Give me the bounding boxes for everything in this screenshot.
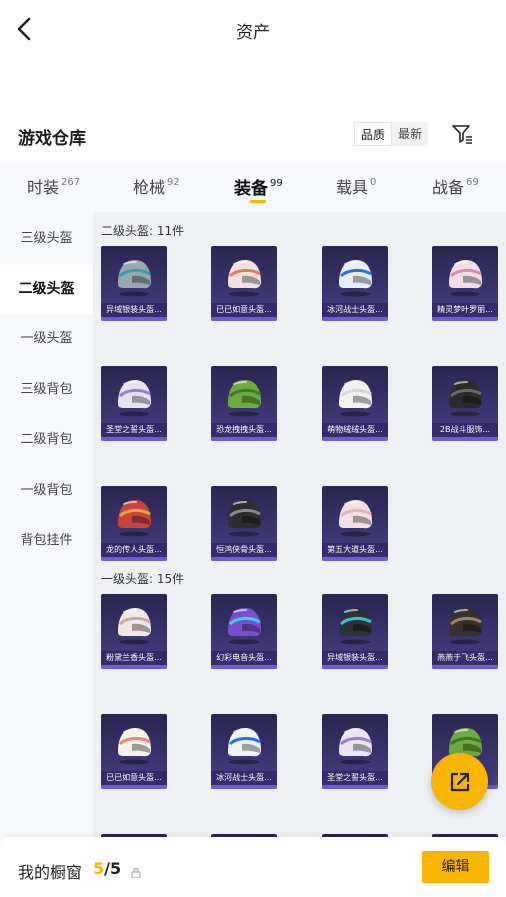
tab-label: 载具: [336, 178, 369, 197]
quality-bar: [322, 437, 388, 441]
tab-fashion[interactable]: 时装 267: [27, 174, 80, 198]
item-name: 已已如意头盔...: [211, 303, 277, 317]
warehouse-header: 游戏仓库 品质 最新: [0, 118, 506, 154]
page-title: 资产: [236, 23, 270, 43]
subcategory-nav: 三级头盔 二级头盔 一级头盔 三级背包 二级背包 一级背包 背包挂件: [0, 212, 93, 837]
category-tabs: 时装 267 枪械 92 装备 99 载具 0 战备 69: [0, 162, 506, 212]
warehouse-title: 游戏仓库: [18, 129, 86, 149]
tab-supplies[interactable]: 战备 69: [432, 174, 479, 198]
item-card[interactable]: 第五大道头盔...: [322, 486, 388, 561]
item-name: 龙的传人头盔...: [101, 543, 167, 557]
item-name: 圣堂之誓头盔...: [322, 771, 388, 785]
showcase-count-total: /5: [104, 859, 122, 878]
item-card[interactable]: 冰河战士头盔...: [322, 246, 388, 321]
tab-label: 战备: [432, 178, 465, 197]
item-card[interactable]: 异域银装头盔...: [322, 594, 388, 669]
item-name: 2B战斗服饰...: [432, 423, 498, 437]
subnav-item-backpack-charm[interactable]: 背包挂件: [0, 516, 93, 566]
item-card[interactable]: 已已如意头盔...: [101, 714, 167, 789]
quality-bar: [432, 317, 498, 321]
item-name: 恐龙拽拽头盔...: [211, 423, 277, 437]
tab-count: 99: [270, 178, 283, 189]
item-card[interactable]: 恐龙拽拽头盔...: [211, 366, 277, 441]
item-name: 圣堂之誓头盔...: [101, 423, 167, 437]
quality-bar: [211, 437, 277, 441]
lock-icon: [131, 863, 141, 879]
quality-bar: [432, 665, 498, 669]
quality-bar: [322, 665, 388, 669]
showcase-bar: 我的橱窗 5/5 编辑: [0, 837, 506, 897]
quality-bar: [322, 557, 388, 561]
quality-bar: [322, 317, 388, 321]
item-name: 异域银装头盔...: [322, 651, 388, 665]
quality-bar: [211, 785, 277, 789]
subnav-item-level2-helmet[interactable]: 二级头盔: [0, 264, 93, 314]
item-name: 燕燕于飞头盔...: [432, 651, 498, 665]
tab-equipment[interactable]: 装备 99: [234, 174, 283, 199]
item-card[interactable]: 圣堂之誓头盔...: [101, 366, 167, 441]
item-card[interactable]: 已已如意头盔...: [211, 246, 277, 321]
item-name: 冰河战士头盔...: [211, 771, 277, 785]
item-name: 恒鸿侠骨头盔...: [211, 543, 277, 557]
item-card[interactable]: 冰河战士头盔...: [211, 714, 277, 789]
item-card[interactable]: 粉黛兰香头盔...: [101, 594, 167, 669]
item-card[interactable]: 幻彩电音头盔...: [211, 594, 277, 669]
item-name: 精灵梦叶罗丽...: [432, 303, 498, 317]
quality-bar: [322, 785, 388, 789]
item-card[interactable]: 精灵梦叶罗丽...: [432, 246, 498, 321]
item-card[interactable]: 异域银装头盔...: [101, 246, 167, 321]
item-name: 萌物绒绒头盔...: [322, 423, 388, 437]
group-title-level1: 一级头盔: 15件: [101, 572, 185, 586]
tab-count: 92: [167, 177, 180, 188]
quality-bar: [101, 665, 167, 669]
tab-count: 267: [61, 177, 81, 188]
item-card[interactable]: 龙的传人头盔...: [101, 486, 167, 561]
quality-bar: [211, 557, 277, 561]
edit-button[interactable]: 编辑: [422, 851, 489, 883]
item-card[interactable]: 恒鸿侠骨头盔...: [211, 486, 277, 561]
item-grid: 二级头盔: 11件 一级头盔: 15件 异域银装头盔... 已已如意头盔... 冰河…: [93, 212, 506, 837]
tab-guns[interactable]: 枪械 92: [133, 174, 180, 198]
subnav-item-level3-backpack[interactable]: 三级背包: [0, 365, 93, 415]
subnav-item-level3-helmet[interactable]: 三级头盔: [0, 214, 93, 264]
tab-label: 时装: [27, 178, 60, 197]
sort-quality-button[interactable]: 品质: [354, 122, 393, 146]
tab-count: 0: [370, 177, 377, 188]
quality-bar: [101, 557, 167, 561]
item-name: 第五大道头盔...: [322, 543, 388, 557]
tab-label: 装备: [234, 179, 268, 199]
quality-bar: [211, 665, 277, 669]
showcase-count: 5/5: [93, 859, 121, 878]
tab-vehicles[interactable]: 载具 0: [336, 174, 376, 198]
top-bar: 资产: [0, 0, 506, 60]
item-name: 异域银装头盔...: [101, 303, 167, 317]
quality-bar: [211, 317, 277, 321]
quality-bar: [101, 437, 167, 441]
showcase-label: 我的橱窗: [18, 863, 83, 882]
item-card[interactable]: 燕燕于飞头盔...: [432, 594, 498, 669]
group-title-level2: 二级头盔: 11件: [101, 224, 185, 238]
quality-bar: [101, 785, 167, 789]
quality-bar: [101, 317, 167, 321]
sort-toggle: 品质 最新: [354, 122, 429, 146]
item-card[interactable]: 萌物绒绒头盔...: [322, 366, 388, 441]
subnav-item-level1-backpack[interactable]: 一级背包: [0, 466, 93, 516]
subnav-item-level1-helmet[interactable]: 一级头盔: [0, 314, 93, 364]
item-name: 冰河战士头盔...: [322, 303, 388, 317]
filter-icon[interactable]: [450, 122, 474, 146]
item-card[interactable]: 2B战斗服饰...: [432, 366, 498, 441]
tab-count: 69: [466, 177, 479, 188]
assets-page: 资产 游戏仓库 品质 最新 时装 267 枪械 92 装备 99 载具 0 战备 69 三…: [0, 0, 506, 897]
sort-newest-button[interactable]: 最新: [392, 122, 428, 146]
item-name: 幻彩电音头盔...: [211, 651, 277, 665]
active-tab-indicator: [250, 200, 266, 203]
showcase-count-current: 5: [93, 859, 105, 878]
item-card[interactable]: 圣堂之誓头盔...: [322, 714, 388, 789]
tab-label: 枪械: [133, 178, 166, 197]
item-name: 已已如意头盔...: [101, 771, 167, 785]
subnav-item-level2-backpack[interactable]: 二级背包: [0, 415, 93, 465]
quality-bar: [432, 437, 498, 441]
share-button[interactable]: [431, 753, 488, 810]
item-name: 粉黛兰香头盔...: [101, 651, 167, 665]
